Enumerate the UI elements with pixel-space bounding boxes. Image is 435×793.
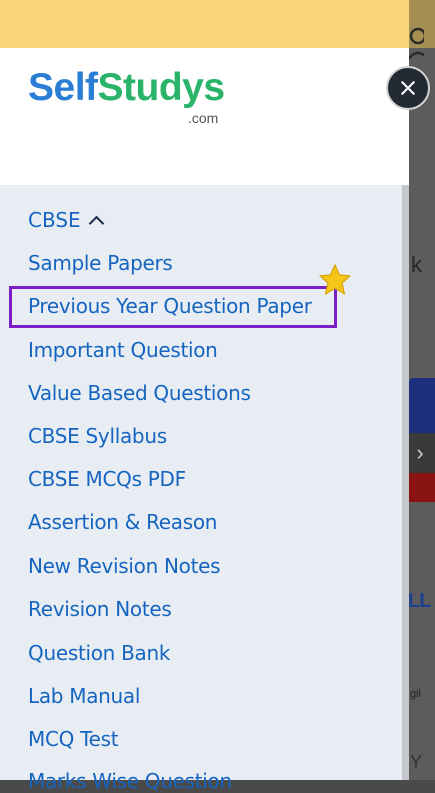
star-icon [319, 264, 351, 295]
menu-item-lab-manual[interactable]: Lab Manual [28, 684, 140, 708]
background-text-k: k [411, 252, 422, 277]
menu-item-value-based-questions[interactable]: Value Based Questions [28, 381, 251, 405]
close-button[interactable] [386, 66, 430, 110]
drawer-scrollbar[interactable] [402, 185, 409, 780]
highlight-box [9, 286, 337, 328]
background-text-y: Y [410, 752, 423, 772]
menu-section-label: CBSE [28, 208, 81, 232]
chevron-up-icon [88, 215, 104, 232]
logo-domain: .com [188, 110, 219, 126]
menu-item-cbse-mcqs-pdf[interactable]: CBSE MCQs PDF [28, 467, 186, 491]
logo-part-self: Self [28, 66, 98, 109]
chevron-right-icon: › [405, 433, 435, 473]
drawer-top-strip [0, 0, 409, 48]
menu-item-sample-papers[interactable]: Sample Papers [28, 251, 173, 275]
menu-item-question-bank[interactable]: Question Bank [28, 641, 170, 665]
background-text-ll: LL [408, 590, 431, 612]
menu-item-important-question[interactable]: Important Question [28, 338, 218, 362]
menu-item-new-revision-notes[interactable]: New Revision Notes [28, 554, 221, 578]
menu-item-mcq-test[interactable]: MCQ Test [28, 727, 119, 751]
background-text-gil: gil [410, 688, 422, 700]
menu-item-assertion-reason[interactable]: Assertion & Reason [28, 510, 217, 534]
menu-item-marks-wise-question[interactable]: Marks Wise Question [28, 769, 232, 793]
side-drawer: SelfStudys .com CBSE Sample Papers Previ… [0, 0, 409, 793]
logo-part-studys: Studys [97, 66, 226, 109]
menu-item-cbse-syllabus[interactable]: CBSE Syllabus [28, 424, 167, 448]
brand-logo[interactable]: SelfStudys [28, 68, 225, 108]
menu-item-revision-notes[interactable]: Revision Notes [28, 597, 172, 621]
menu-section-cbse[interactable]: CBSE [28, 208, 104, 232]
